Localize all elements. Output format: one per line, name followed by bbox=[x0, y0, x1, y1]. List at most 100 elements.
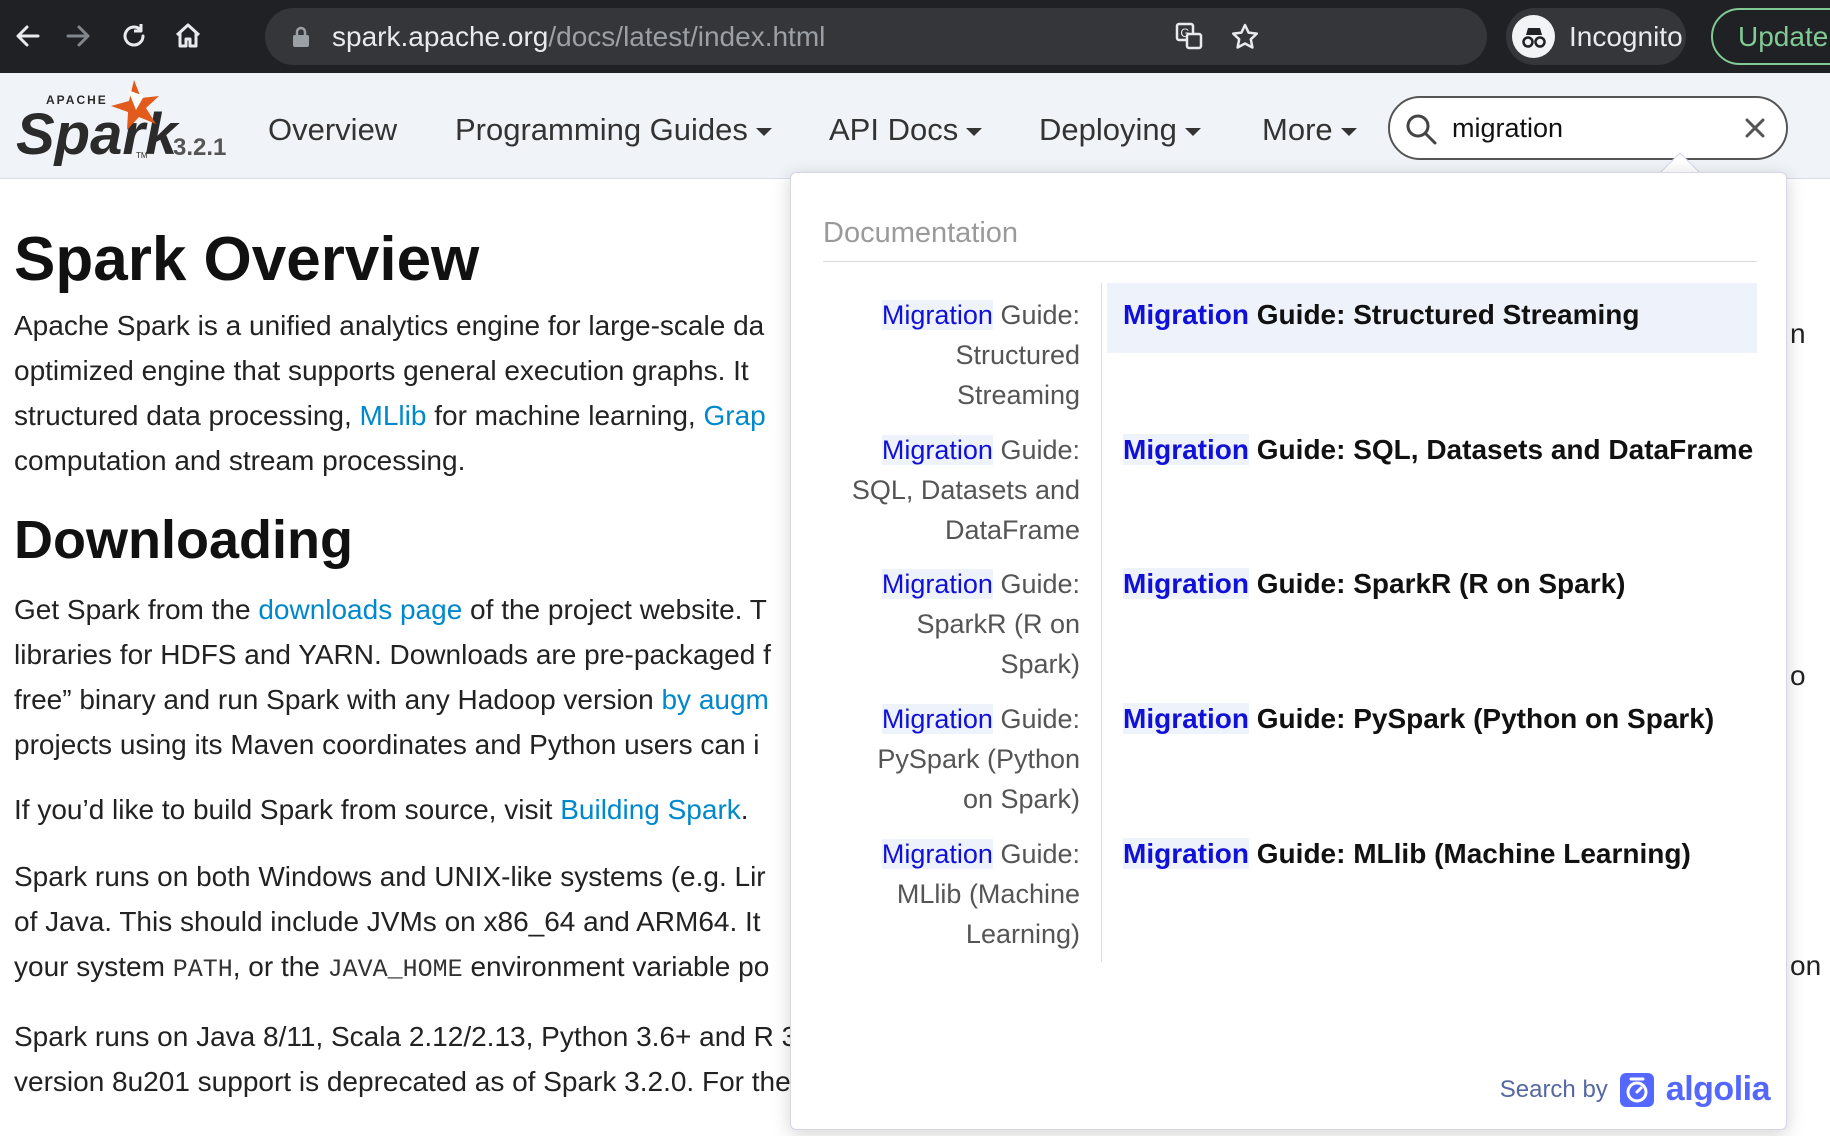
result-title: Migration Guide: SparkR (R on Spark) bbox=[1123, 564, 1626, 604]
url-text: spark.apache.org/docs/latest/index.html bbox=[332, 8, 825, 65]
nav-deploying[interactable]: Deploying bbox=[1039, 110, 1201, 150]
home-icon bbox=[175, 23, 201, 48]
result-subcategory: Migration Guide: SparkR (R on Spark) bbox=[823, 564, 1080, 684]
search-result[interactable]: Migration Guide: Structured Streaming Mi… bbox=[791, 283, 1788, 445]
text-line: Get Spark from the downloads page of the… bbox=[14, 587, 794, 632]
downloads-page-link[interactable]: downloads page bbox=[258, 594, 462, 625]
results-category: Documentation bbox=[823, 217, 1019, 249]
text-span: your system bbox=[14, 951, 173, 982]
home-button[interactable] bbox=[170, 18, 206, 54]
sub-line: Migration Guide: bbox=[823, 295, 1080, 335]
nav-api-docs[interactable]: API Docs bbox=[829, 110, 983, 150]
match-highlight: Migration bbox=[881, 300, 993, 330]
address-bar[interactable]: spark.apache.org/docs/latest/index.html … bbox=[265, 8, 1487, 65]
sub-line: on Spark) bbox=[962, 784, 1080, 814]
search-results-dropdown: Documentation Migration Guide: Structure… bbox=[790, 172, 1787, 1130]
text-line: Apache Spark is a unified analytics engi… bbox=[14, 310, 765, 341]
search-by-label: Search by bbox=[1499, 1075, 1608, 1103]
match-highlight: Migration bbox=[881, 435, 993, 465]
url-path: /docs/latest/index.html bbox=[548, 21, 826, 52]
text-span: Guide: PySpark (Python on Spark) bbox=[1249, 703, 1715, 734]
sub-line: Migration Guide: bbox=[823, 564, 1080, 604]
match-highlight: Migration bbox=[1123, 838, 1249, 869]
text-span: Guide: bbox=[992, 839, 1080, 869]
nav-more[interactable]: More bbox=[1262, 110, 1357, 150]
match-highlight: Migration bbox=[1123, 299, 1249, 330]
profile-button[interactable]: Incognito bbox=[1506, 8, 1686, 65]
lock-icon bbox=[293, 26, 309, 47]
text-span: Guide: MLlib (Machine Learning) bbox=[1249, 838, 1691, 869]
match-highlight: Migration bbox=[1123, 703, 1249, 734]
search-result[interactable]: Migration Guide: SparkR (R on Spark) Mig… bbox=[791, 552, 1788, 714]
sub-line: DataFrame bbox=[944, 515, 1080, 545]
nav-overview[interactable]: Overview bbox=[268, 110, 397, 150]
back-button[interactable] bbox=[10, 18, 46, 54]
sub-line: Migration Guide: bbox=[823, 834, 1080, 874]
search-result[interactable]: Migration Guide: SQL, Datasets and DataF… bbox=[791, 418, 1788, 580]
sub-line: MLlib (Machine bbox=[896, 879, 1080, 909]
text-line: computation and stream processing. bbox=[14, 445, 466, 476]
result-title: Migration Guide: Structured Streaming bbox=[1123, 295, 1640, 335]
search-input[interactable] bbox=[1452, 110, 1732, 146]
match-highlight: Migration bbox=[881, 569, 993, 599]
search-by-algolia[interactable]: Search by algolia bbox=[1499, 1070, 1771, 1109]
result-subcategory: Migration Guide: Structured Streaming bbox=[823, 295, 1080, 415]
caret-down-icon bbox=[1340, 127, 1357, 136]
star-icon[interactable] bbox=[1230, 22, 1260, 52]
search-icon bbox=[1406, 114, 1437, 145]
main-content: Spark Overview Apache Spark is a unified… bbox=[14, 220, 1692, 1104]
requirements-paragraph: Spark runs on both Windows and UNIX-like… bbox=[14, 854, 794, 992]
browser-toolbar: spark.apache.org/docs/latest/index.html … bbox=[0, 0, 1830, 73]
text-line: Spark runs on Java 8/11, Scala 2.12/2.13… bbox=[14, 1021, 794, 1052]
search-result[interactable]: Migration Guide: MLlib (Machine Learning… bbox=[791, 822, 1788, 984]
nav-api-docs-label: API Docs bbox=[829, 112, 959, 147]
divider bbox=[1101, 822, 1102, 962]
build-paragraph: If you’d like to build Spark from source… bbox=[14, 787, 794, 832]
reload-button[interactable] bbox=[116, 18, 152, 54]
text-span: environment variable po bbox=[462, 951, 770, 982]
building-spark-link[interactable]: Building Spark bbox=[560, 794, 741, 825]
result-title: Migration Guide: PySpark (Python on Spar… bbox=[1123, 699, 1714, 739]
text-line: free” binary and run Spark with any Hado… bbox=[14, 677, 794, 722]
search-box bbox=[1388, 96, 1788, 160]
forward-button[interactable] bbox=[60, 18, 96, 54]
logo-tm-text: TM bbox=[136, 151, 148, 160]
sub-line: Streaming bbox=[956, 380, 1080, 410]
section-title-downloading: Downloading bbox=[14, 510, 353, 570]
sub-line: Migration Guide: bbox=[823, 699, 1080, 739]
text-line: projects using its Maven coordinates and… bbox=[14, 729, 760, 760]
sub-line: PySpark (Python bbox=[877, 744, 1080, 774]
nav-overview-label: Overview bbox=[268, 112, 398, 147]
sub-line: Structured bbox=[955, 340, 1080, 370]
sub-line: Learning) bbox=[965, 919, 1080, 949]
sub-line: SQL, Datasets and bbox=[851, 475, 1080, 505]
nav-programming-guides[interactable]: Programming Guides bbox=[455, 110, 772, 150]
text-span: , or the bbox=[232, 951, 328, 982]
caret-down-icon bbox=[966, 127, 983, 136]
algolia-wordmark: algolia bbox=[1665, 1070, 1771, 1108]
search-result[interactable]: Migration Guide: PySpark (Python on Spar… bbox=[791, 687, 1788, 849]
update-button[interactable]: Update bbox=[1711, 8, 1830, 65]
mllib-link[interactable]: MLlib bbox=[360, 400, 427, 431]
code-java-home: JAVA_HOME bbox=[327, 955, 463, 984]
text-span: Guide: bbox=[992, 435, 1080, 465]
code-path: PATH bbox=[172, 955, 233, 984]
right-edge-fragment: on bbox=[1790, 950, 1822, 981]
result-subcategory: Migration Guide: SQL, Datasets and DataF… bbox=[823, 430, 1080, 550]
sub-line: Migration Guide: bbox=[823, 430, 1080, 470]
augmenting-link[interactable]: by augm bbox=[661, 684, 768, 715]
match-highlight: Migration bbox=[1123, 434, 1249, 465]
nav-more-label: More bbox=[1262, 112, 1333, 147]
clear-search-icon[interactable] bbox=[1742, 115, 1768, 141]
graphx-link[interactable]: Grap bbox=[703, 400, 765, 431]
result-title: Migration Guide: SQL, Datasets and DataF… bbox=[1123, 430, 1753, 470]
translate-icon[interactable]: G bbox=[1175, 22, 1203, 50]
downloading-paragraph: Get Spark from the downloads page of the… bbox=[14, 587, 794, 767]
right-edge-fragment: n bbox=[1790, 318, 1806, 349]
caret-down-icon bbox=[755, 127, 772, 136]
version-label: 3.2.1 bbox=[173, 134, 227, 161]
divider bbox=[1101, 552, 1102, 692]
versions-paragraph: Spark runs on Java 8/11, Scala 2.12/2.13… bbox=[14, 1014, 1692, 1104]
text-span: Guide: bbox=[992, 569, 1080, 599]
sub-line: SparkR (R on bbox=[916, 609, 1080, 639]
